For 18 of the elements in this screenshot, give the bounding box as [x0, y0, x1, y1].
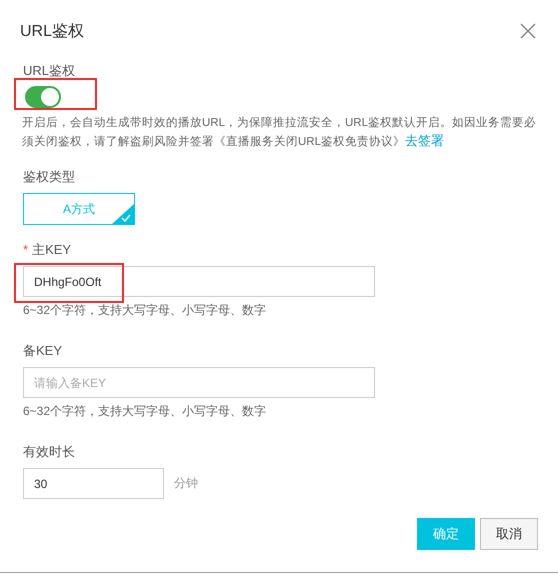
dialog-title: URL鉴权 [20, 22, 84, 42]
field-label: 鉴权类型 [23, 169, 75, 185]
field-label: URL鉴权 [23, 63, 76, 79]
hint-text: 6~32个字符，支持大写字母、小写字母、数字 [23, 302, 268, 319]
key-field[interactable]: 请输入备KEY [23, 367, 375, 398]
required-mark: * [23, 242, 28, 258]
key-field[interactable]: DHhgFo0Oft [23, 266, 375, 297]
toggle-switch[interactable] [25, 86, 61, 108]
field-label: 主KEY [32, 242, 72, 258]
close-icon[interactable] [518, 21, 538, 41]
field-label: 有效时长 [23, 444, 76, 460]
checkmark-icon [112, 204, 134, 224]
duration-field[interactable]: 30 [23, 468, 164, 499]
hint-text: 6~32个字符，支持大写字母、小写字母、数字 [23, 403, 268, 420]
cancel-button[interactable]: 取消 [480, 518, 538, 550]
description-text: 开启后，会自动生成带时效的播放URL，为保障推拉流安全，URL鉴权默认开启。如因业务需要必须关闭鉴权，请了解盗刷风险并签署《直播服务关闭URL鉴权免责协议》去签署 [22, 115, 537, 150]
field-label: 备KEY [23, 343, 62, 359]
unit-text: 分钟 [174, 475, 198, 492]
